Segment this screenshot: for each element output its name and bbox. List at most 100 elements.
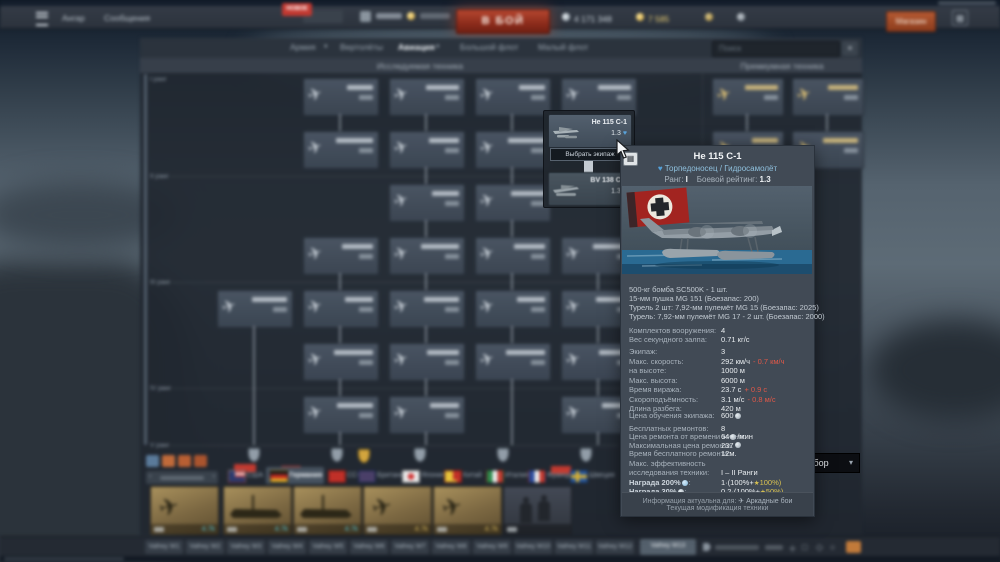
shop-card-plane[interactable]: ✈4.7k: [363, 486, 432, 535]
tab-Авиация[interactable]: Авиация: [398, 42, 435, 52]
add-icon[interactable]: ＋: [788, 542, 797, 555]
flag-swe-icon[interactable]: [570, 470, 588, 483]
taskbar-button[interactable]: Valhey W6: [350, 540, 388, 554]
stat-value: 292 км/ч- 0.7 км/ч: [721, 357, 785, 366]
tree-vehicle-card[interactable]: ✈: [389, 343, 465, 381]
store-button[interactable]: Магазин: [886, 11, 936, 32]
taskbar-button[interactable]: Valhey W2: [186, 540, 224, 554]
tree-vehicle-card[interactable]: ✈: [217, 290, 293, 328]
tree-vehicle-card[interactable]: ✈: [389, 237, 465, 275]
flag-usa-icon[interactable]: [228, 470, 246, 483]
vehicle-name-blur: [511, 191, 545, 196]
weapon-line: 500-кг бомба SC500K - 1 шт.: [629, 285, 728, 294]
player-name-text[interactable]: [376, 13, 402, 19]
menu-icon[interactable]: [36, 12, 48, 26]
chat-channel-text[interactable]: [715, 545, 759, 550]
nation-tab-ger[interactable]: Германия: [289, 472, 322, 479]
flag-jap-icon[interactable]: [402, 470, 420, 483]
silver-lions-amount[interactable]: 4 171 348: [574, 14, 612, 24]
flag-ussr-icon[interactable]: [328, 470, 346, 483]
search-input[interactable]: Поиск: [712, 41, 840, 57]
tree-vehicle-card[interactable]: ✈: [303, 396, 379, 434]
taskbar-button[interactable]: Valhey W7: [391, 540, 429, 554]
taskbar-button[interactable]: Valhey W1: [145, 540, 183, 554]
tree-vehicle-card[interactable]: ✈: [303, 343, 379, 381]
taskbar-button[interactable]: Valhey W8: [432, 540, 470, 554]
shop-card-plane[interactable]: ✈4.7k: [433, 486, 502, 535]
tree-vehicle-card[interactable]: ✈: [389, 396, 465, 434]
filter-icon-button[interactable]: [194, 455, 207, 467]
filter-icon-button[interactable]: [146, 455, 159, 467]
chat-tag-icon[interactable]: [703, 543, 711, 551]
close-icon[interactable]: ×: [842, 41, 858, 56]
bottom-strip: [0, 556, 1000, 562]
stat-value: 3.1 м/с- 0.8 м/с: [721, 395, 776, 404]
tree-vehicle-card[interactable]: ✈: [303, 290, 379, 328]
nation-tab-ita[interactable]: Италия: [505, 472, 529, 479]
mode-selector[interactable]: ‹›: [146, 471, 218, 484]
tree-vehicle-card[interactable]: ✈: [475, 290, 551, 328]
taskbar-button[interactable]: Valhey W10: [514, 540, 552, 554]
tab-Армия[interactable]: Армия: [290, 42, 316, 52]
taskbar-button[interactable]: Valhey W4: [268, 540, 306, 554]
tree-connector-line: [425, 114, 427, 131]
tree-vehicle-card[interactable]: ✈: [303, 237, 379, 275]
nation-tab-swe[interactable]: Швеция: [589, 472, 615, 479]
vehicle-name-blur: [342, 244, 373, 249]
menu-messages[interactable]: Сообщения: [104, 13, 150, 23]
taskbar-button[interactable]: Valhey W11: [555, 540, 593, 554]
tab-Малый флот[interactable]: Малый флот: [538, 42, 588, 52]
plane-icon: ✈: [219, 295, 239, 318]
tree-vehicle-card[interactable]: ✈: [475, 184, 551, 222]
shop-card-ship[interactable]: 4.7k: [293, 486, 362, 535]
settings-icon[interactable]: ▦: [952, 10, 968, 26]
crew-figure-icon: [520, 503, 532, 523]
tree-scrollbar[interactable]: [144, 74, 147, 445]
filter-icon-button[interactable]: [162, 455, 175, 467]
chevron-left-icon[interactable]: ‹: [149, 473, 151, 480]
tree-vehicle-card[interactable]: ✈: [303, 78, 379, 116]
shop-card-crew[interactable]: [503, 486, 572, 535]
golden-eagles-amount[interactable]: 7 585: [648, 14, 669, 24]
tab-Большой флот[interactable]: Большой флот: [460, 42, 518, 52]
shop-card-ship[interactable]: 4.7k: [223, 486, 292, 535]
tree-vehicle-card[interactable]: ✈: [389, 290, 465, 328]
tree-vehicle-card[interactable]: ✈: [475, 237, 551, 275]
taskbar-button-active[interactable]: Valhey W13: [640, 539, 696, 555]
globe-icon[interactable]: ○: [830, 542, 835, 552]
taskbar-button[interactable]: Valhey W3: [227, 540, 265, 554]
tab-Вертолёты[interactable]: Вертолёты: [340, 42, 383, 52]
vehicle-br-blur: [844, 95, 858, 100]
flag-ger-icon[interactable]: [270, 470, 288, 483]
menu-hangar[interactable]: Ангар: [62, 13, 85, 23]
stack-icon[interactable]: ◇: [816, 542, 823, 553]
tree-vehicle-card[interactable]: ✈: [389, 184, 465, 222]
taskbar-button[interactable]: Valhey W9: [473, 540, 511, 554]
chevron-right-icon[interactable]: ›: [213, 473, 215, 480]
tree-vehicle-card[interactable]: ✈: [475, 78, 551, 116]
to-battle-button[interactable]: В БОЙ: [456, 9, 550, 34]
tree-connector-line: [425, 379, 427, 396]
tree-vehicle-card[interactable]: ✈: [389, 131, 465, 169]
taskbar-button[interactable]: Valhey W12: [596, 540, 634, 554]
flag-fra-icon[interactable]: [528, 470, 546, 483]
flag-ita-icon[interactable]: [486, 470, 504, 483]
vehicle-br-blur: [445, 95, 459, 100]
tree-vehicle-card[interactable]: ✈: [475, 343, 551, 381]
tree-vehicle-card[interactable]: ✈: [475, 131, 551, 169]
premium-vehicle-card[interactable]: ✈: [712, 78, 784, 116]
premium-vehicle-card[interactable]: ✈: [792, 78, 864, 116]
nation-tab-chn[interactable]: Китай: [463, 472, 482, 479]
plane-icon: ✈: [563, 295, 583, 318]
shop-card-plane[interactable]: ✈4.7k: [150, 486, 219, 535]
nation-tab-usa[interactable]: США: [247, 472, 263, 479]
tree-vehicle-card[interactable]: ✈: [303, 131, 379, 169]
flag-uk-icon[interactable]: [358, 470, 376, 483]
filter-icon-button[interactable]: [178, 455, 191, 467]
tree-vehicle-card[interactable]: ✈: [389, 78, 465, 116]
notification-button[interactable]: [846, 541, 861, 553]
flag-chn-icon[interactable]: [444, 470, 462, 483]
nation-tab-jap[interactable]: Япония: [421, 472, 445, 479]
taskbar-button[interactable]: Valhey W5: [309, 540, 347, 554]
window-icon[interactable]: □: [802, 542, 807, 552]
